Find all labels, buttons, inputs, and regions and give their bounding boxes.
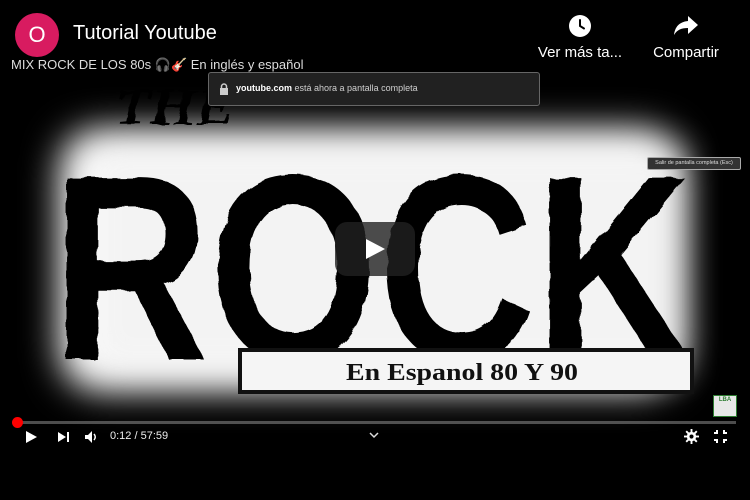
exit-fullscreen-icon[interactable] xyxy=(713,429,728,444)
channel-title[interactable]: Tutorial Youtube xyxy=(73,22,217,45)
share-icon xyxy=(674,16,698,35)
badge-text: LBA xyxy=(718,397,732,403)
avatar[interactable]: O xyxy=(15,13,59,57)
next-icon[interactable] xyxy=(57,431,70,443)
exit-fullscreen-button[interactable]: Salir de pantalla completa (Esc) xyxy=(647,157,741,170)
video-title[interactable]: MIX ROCK DE LOS 80s 🎧🎸 En inglés y españ… xyxy=(11,57,304,73)
settings-icon[interactable] xyxy=(684,429,699,444)
play-icon[interactable] xyxy=(24,430,38,444)
banner-text: En Espanol 80 Y 90 xyxy=(346,360,578,386)
time-display: 0:12 / 57:59 xyxy=(110,430,169,442)
fullscreen-notice: youtube.com está ahora a pantalla comple… xyxy=(208,72,741,170)
avatar-letter: O xyxy=(28,22,46,47)
large-play-button[interactable] xyxy=(335,222,415,276)
watch-later-label: Ver más ta... xyxy=(537,44,623,61)
fullscreen-domain: youtube.com xyxy=(236,83,293,93)
progress-scrubber[interactable] xyxy=(11,417,23,428)
watch-later-button[interactable]: Ver más ta... xyxy=(532,14,628,61)
fullscreen-message-text: está ahora a pantalla completa xyxy=(292,83,418,93)
progress-bar[interactable] xyxy=(11,417,736,428)
volume-icon[interactable] xyxy=(84,430,100,444)
fullscreen-message: youtube.com está ahora a pantalla comple… xyxy=(236,83,418,93)
channel-watermark-badge: LBA xyxy=(713,395,737,417)
share-label: Compartir xyxy=(653,44,719,61)
lock-icon xyxy=(220,83,228,95)
share-button[interactable]: Compartir xyxy=(638,14,734,61)
chevron-down-icon[interactable] xyxy=(368,430,380,440)
clock-icon xyxy=(569,15,591,37)
play-icon xyxy=(366,239,385,259)
